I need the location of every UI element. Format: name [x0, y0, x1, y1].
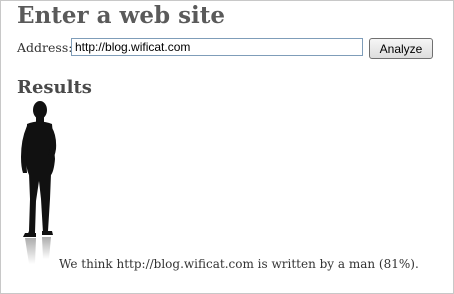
address-input[interactable] [71, 38, 363, 56]
app-window: Enter a web site Address: Analyze Result… [0, 0, 454, 294]
analyze-button[interactable]: Analyze [369, 38, 433, 59]
address-label: Address: [17, 40, 73, 55]
page-title: Enter a web site [17, 2, 226, 29]
results-heading: Results [17, 77, 92, 98]
man-silhouette-icon [21, 101, 57, 264]
silhouette-figure [21, 101, 57, 237]
result-verdict: We think http://blog.wificat.com is writ… [59, 257, 419, 271]
silhouette-reflection [25, 237, 51, 264]
